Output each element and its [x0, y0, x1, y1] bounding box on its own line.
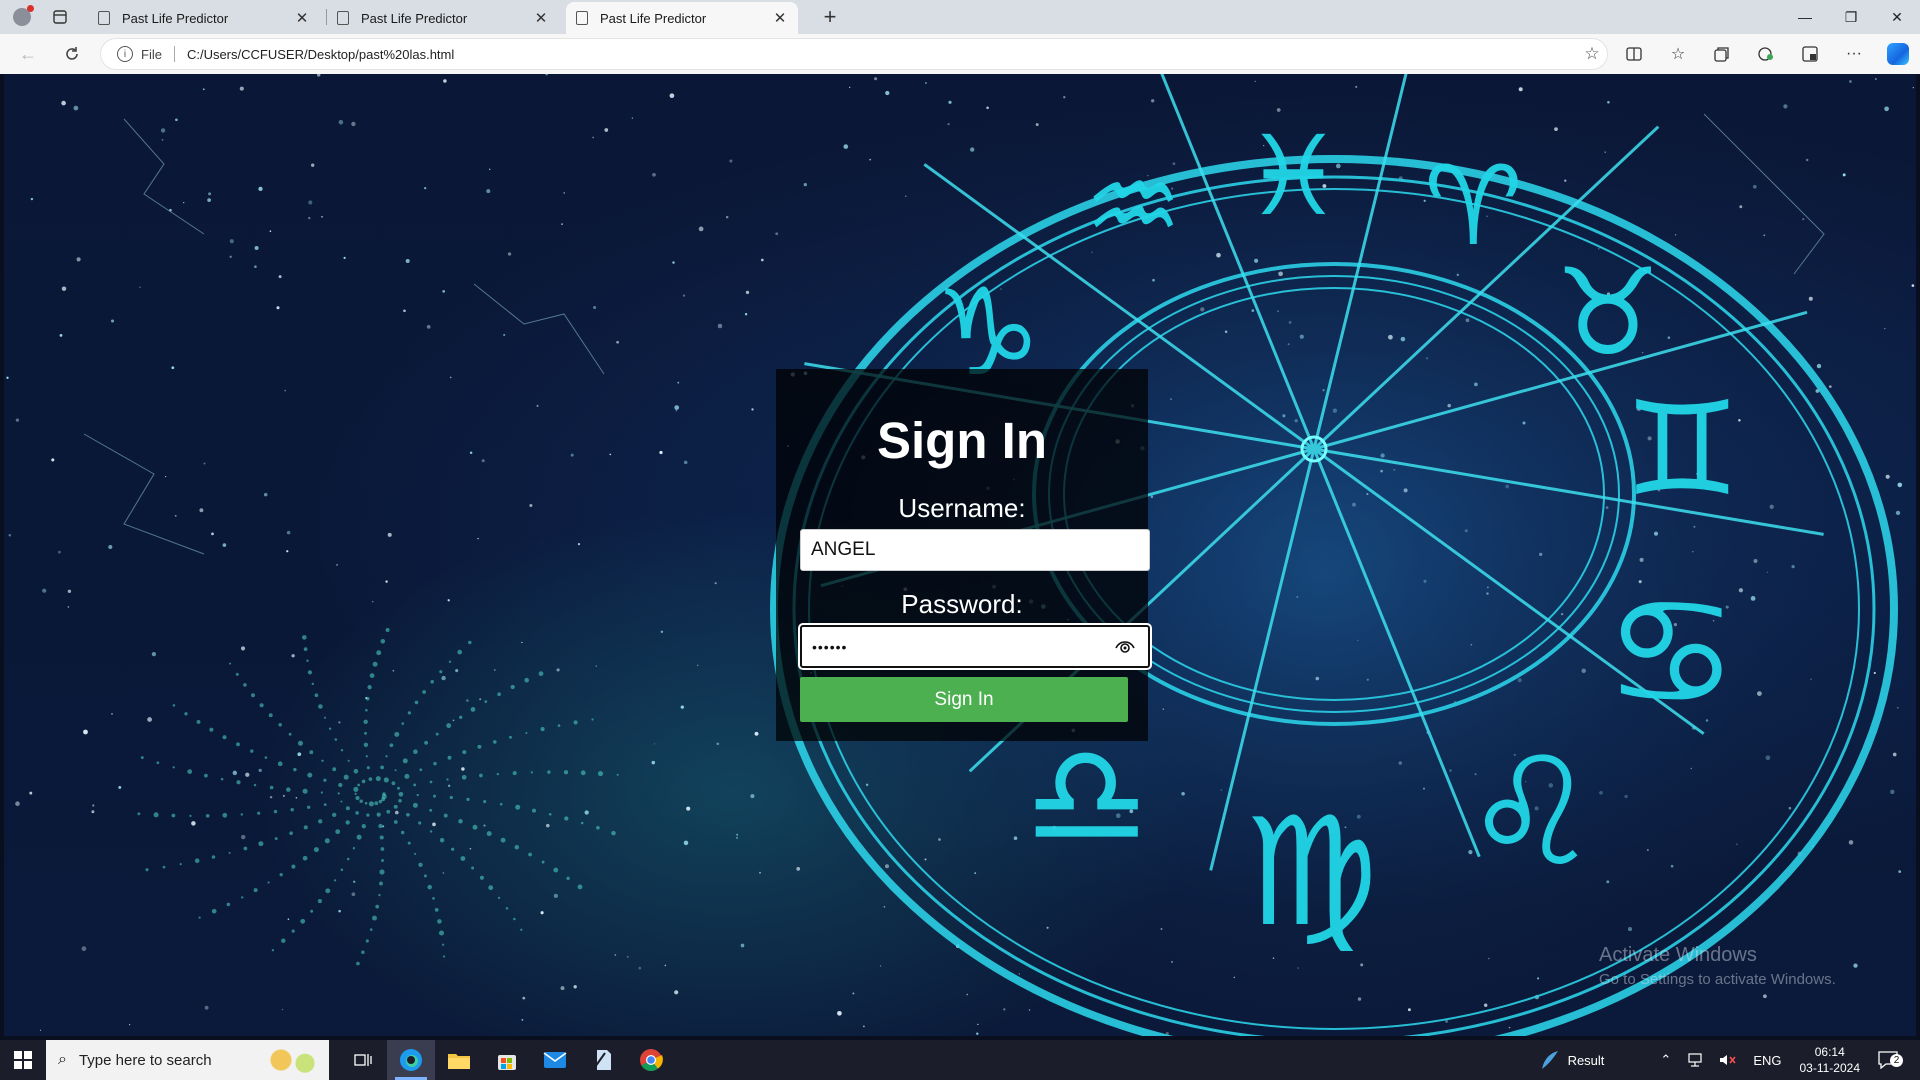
folder-icon [448, 1054, 470, 1069]
page-icon [576, 11, 588, 25]
store-bag-icon [498, 1055, 516, 1070]
taskbar-search[interactable]: ⌕ Type here to search [46, 1040, 329, 1080]
weather-label: Result [1567, 1052, 1605, 1068]
taskbar-edge-app[interactable] [387, 1040, 435, 1080]
browser-tab[interactable]: Past Life Predictor ✕ [327, 2, 559, 34]
notification-count-badge: 2 [1890, 1054, 1903, 1067]
browser-toolbar: ← i File C:/Users/CCFUSER/Desktop/past%2… [0, 34, 1920, 74]
tab-title: Past Life Predictor [600, 10, 707, 26]
address-divider [173, 46, 175, 62]
language-indicator[interactable]: ENG [1745, 1040, 1789, 1080]
taskbar-notepad-app[interactable] [579, 1040, 627, 1080]
page-viewport: ♓ ♈ ♉ ♊ ♋ ♌ ♍ ♎ ♑ ♒ Sign In Username: AN… [4, 74, 1916, 1036]
new-tab-button[interactable]: + [815, 2, 845, 32]
password-input[interactable]: •••••• [798, 623, 1152, 670]
tab-close-icon[interactable]: ✕ [533, 9, 549, 27]
restore-button[interactable]: ❐ [1828, 0, 1874, 34]
favorites-icon[interactable]: ☆ [1656, 38, 1700, 70]
windows-taskbar: ⌕ Type here to search Result ⌃ ENG 06:14… [0, 1040, 1920, 1080]
back-button[interactable]: ← [10, 38, 46, 70]
notification-center-button[interactable]: 2 [1870, 1040, 1920, 1080]
browser-tab[interactable]: Past Life Predictor ✕ [88, 2, 320, 34]
tab-actions-button[interactable] [42, 0, 78, 34]
svg-text:♍: ♍ [1244, 786, 1378, 960]
edge-icon [400, 1049, 422, 1071]
username-label: Username: [898, 493, 1026, 523]
favorite-star-icon[interactable]: ☆ [1577, 44, 1607, 64]
username-value: ANGEL [811, 539, 876, 560]
profile-button[interactable] [4, 0, 40, 34]
notepad-icon [594, 1050, 611, 1070]
taskbar-store-app[interactable] [483, 1040, 531, 1080]
svg-text:♈: ♈ [1424, 142, 1523, 270]
show-password-eye-icon[interactable] [1114, 637, 1136, 655]
taskbar-file-explorer-app[interactable] [435, 1040, 483, 1080]
weather-widget[interactable]: Result [1530, 1040, 1613, 1080]
tab-actions-icon [53, 10, 67, 24]
volume-muted-icon[interactable] [1711, 1040, 1745, 1080]
svg-text:♋: ♋ [1604, 566, 1738, 740]
toolbar-right-group: ☆ ··· [1612, 34, 1920, 74]
show-hidden-icons-chevron-up-icon[interactable]: ⌃ [1652, 1040, 1679, 1080]
windows-logo-icon [14, 1051, 32, 1069]
split-screen-icon[interactable] [1612, 38, 1656, 70]
extensions-icon[interactable] [1744, 38, 1788, 70]
task-view-icon [354, 1054, 372, 1066]
minimize-button[interactable]: — [1782, 0, 1828, 34]
svg-text:♊: ♊ [1624, 373, 1741, 525]
svg-text:♉: ♉ [1554, 244, 1662, 383]
svg-text:♌: ♌ [1464, 726, 1598, 900]
tab-title: Past Life Predictor [361, 10, 468, 26]
address-url[interactable]: C:/Users/CCFUSER/Desktop/past%20las.html [187, 47, 1577, 62]
search-highlight-image [263, 1044, 323, 1076]
weather-icon [1541, 1051, 1558, 1069]
svg-text:♒: ♒ [1084, 142, 1183, 270]
close-window-button[interactable]: ✕ [1874, 0, 1920, 34]
tab-title: Past Life Predictor [122, 10, 229, 26]
sign-in-button[interactable]: Sign In [800, 677, 1128, 722]
start-button[interactable] [0, 1040, 46, 1080]
clock-time: 06:14 [1814, 1045, 1845, 1059]
login-form: Sign In Username: ANGEL Password: ••••••… [776, 369, 1152, 741]
username-input[interactable]: ANGEL [800, 529, 1150, 571]
taskbar-chrome-app[interactable] [627, 1040, 675, 1080]
profile-avatar-icon [13, 5, 34, 26]
reload-icon [66, 47, 78, 60]
password-label: Password: [901, 589, 1023, 619]
more-menu-icon[interactable]: ··· [1832, 38, 1876, 70]
search-icon: ⌕ [58, 1051, 67, 1068]
svg-text:♓: ♓ [1244, 112, 1343, 240]
activate-windows-watermark: Activate Windows Go to Settings to activ… [1599, 944, 1836, 988]
scheme-label: File [141, 46, 162, 62]
browser-tab-active[interactable]: Past Life Predictor ✕ [566, 2, 798, 34]
browser-tab-strip: Past Life Predictor ✕ Past Life Predicto… [0, 0, 1920, 34]
watermark-title: Activate Windows [1599, 944, 1757, 966]
network-icon[interactable] [1679, 1040, 1711, 1080]
task-view-button[interactable] [339, 1040, 387, 1080]
browser-essentials-icon[interactable] [1788, 38, 1832, 70]
copilot-icon [1887, 43, 1909, 65]
site-info-icon[interactable]: i [117, 46, 133, 62]
clock-date: 03-11-2024 [1799, 1061, 1861, 1075]
login-title: Sign In [877, 412, 1047, 469]
reload-button[interactable] [54, 38, 90, 70]
page-icon [98, 11, 110, 25]
collections-icon[interactable] [1700, 38, 1744, 70]
tab-close-icon[interactable]: ✕ [772, 9, 788, 27]
taskbar-clock[interactable]: 06:14 03-11-2024 [1790, 1044, 1871, 1076]
page-icon [337, 11, 349, 25]
search-placeholder: Type here to search [78, 1051, 212, 1069]
copilot-button[interactable] [1876, 38, 1920, 70]
taskbar-mail-app[interactable] [531, 1040, 579, 1080]
address-bar[interactable]: i File C:/Users/CCFUSER/Desktop/past%20l… [100, 38, 1608, 70]
password-mask: •••••• [812, 638, 848, 655]
tab-close-icon[interactable]: ✕ [294, 9, 310, 27]
mail-icon [543, 1052, 567, 1068]
system-tray: Result ⌃ ENG 06:14 03-11-2024 2 [1530, 1040, 1920, 1080]
watermark-subtitle: Go to Settings to activate Windows. [1599, 971, 1836, 988]
chrome-icon [640, 1049, 663, 1071]
